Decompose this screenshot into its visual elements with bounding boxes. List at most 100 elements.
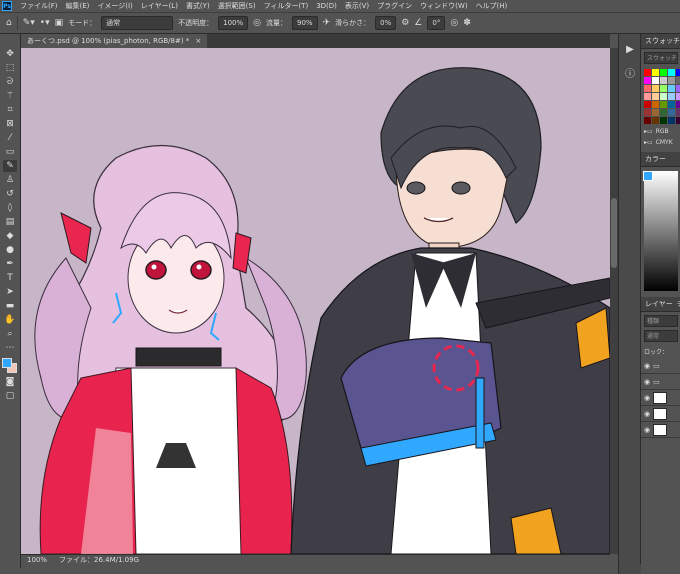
move-icon[interactable]: ✥ xyxy=(3,48,17,60)
mode-select[interactable]: 通常 xyxy=(101,16,174,30)
menu-help[interactable]: ヘルプ(H) xyxy=(472,1,512,11)
swatch-chip[interactable] xyxy=(652,93,659,100)
menu-view[interactable]: 表示(V) xyxy=(341,1,373,11)
swatch-chip[interactable] xyxy=(668,69,675,76)
swatch-chip[interactable] xyxy=(676,109,680,116)
swatch-chip[interactable] xyxy=(644,109,651,116)
swatch-chip[interactable] xyxy=(652,117,659,124)
layer-row[interactable]: ◉ xyxy=(641,406,680,422)
swatch-chip[interactable] xyxy=(644,69,651,76)
menu-layer[interactable]: レイヤー(L) xyxy=(137,1,182,11)
swatch-chip[interactable] xyxy=(668,85,675,92)
color-panel-tab[interactable]: カラー xyxy=(641,152,680,167)
crop-icon[interactable]: ⌗ xyxy=(3,104,17,116)
swatch-chip[interactable] xyxy=(660,85,667,92)
swatch-folder-cmyk[interactable]: ▸▭ CMYK xyxy=(641,137,680,148)
info-icon[interactable]: ⓘ xyxy=(625,65,635,80)
swatch-chip[interactable] xyxy=(660,93,667,100)
marquee-icon[interactable]: ⬚ xyxy=(3,62,17,74)
scroll-thumb[interactable] xyxy=(611,198,617,268)
menu-file[interactable]: ファイル(F) xyxy=(16,1,62,11)
brush-size-icon[interactable]: •▾ xyxy=(40,18,50,28)
document-tab[interactable]: あーくつ.psd @ 100% (pias_photon, RGB/8#) * … xyxy=(21,34,208,48)
hand-icon[interactable]: ✋ xyxy=(3,314,17,326)
color-swatches[interactable] xyxy=(2,358,18,374)
swatch-chip[interactable] xyxy=(660,77,667,84)
smoothing-input[interactable]: 0% xyxy=(375,16,397,30)
swatch-chip[interactable] xyxy=(652,85,659,92)
layer-filter-select[interactable]: 種類 xyxy=(644,315,678,327)
swatch-chip[interactable] xyxy=(668,77,675,84)
menu-select[interactable]: 選択範囲(S) xyxy=(214,1,260,11)
swatch-chip[interactable] xyxy=(668,101,675,108)
opacity-input[interactable]: 100% xyxy=(218,16,249,30)
swatch-chip[interactable] xyxy=(676,117,680,124)
vertical-scrollbar[interactable] xyxy=(610,48,618,554)
layer-row[interactable]: ◉ xyxy=(641,422,680,438)
swatch-chip[interactable] xyxy=(668,117,675,124)
healing-icon[interactable]: ▭ xyxy=(3,146,17,158)
angle-input[interactable]: 0° xyxy=(427,16,446,30)
swatch-chip[interactable] xyxy=(660,117,667,124)
blend-mode-select[interactable]: 通常 xyxy=(644,330,678,342)
menu-plugins[interactable]: プラグイン xyxy=(373,1,416,11)
swatch-chip[interactable] xyxy=(644,101,651,108)
zoom-icon[interactable]: ⌕ xyxy=(3,328,17,340)
menu-type[interactable]: 書式(Y) xyxy=(182,1,214,11)
foreground-color[interactable] xyxy=(643,171,653,181)
menu-window[interactable]: ウィンドウ(W) xyxy=(416,1,471,11)
eye-icon[interactable]: ◉ xyxy=(644,378,650,386)
brush-icon[interactable]: ✎ xyxy=(3,160,17,172)
flow-input[interactable]: 90% xyxy=(292,16,318,30)
swatch-chip[interactable] xyxy=(644,117,651,124)
eye-icon[interactable]: ◉ xyxy=(644,426,650,434)
layer-row[interactable]: ◉ xyxy=(641,390,680,406)
close-icon[interactable]: × xyxy=(195,37,201,45)
pen-icon[interactable]: ✒ xyxy=(3,258,17,270)
eyedropper-icon[interactable]: ⁄ xyxy=(3,132,17,144)
swatch-chip[interactable] xyxy=(644,93,651,100)
eye-icon[interactable]: ◉ xyxy=(644,362,650,370)
brush-settings-icon[interactable]: ▣ xyxy=(55,18,64,28)
symmetry-icon[interactable]: ✽ xyxy=(463,18,471,28)
airbrush-icon[interactable]: ✈ xyxy=(323,18,331,28)
swatch-chip[interactable] xyxy=(660,109,667,116)
pressure-opacity-icon[interactable]: ◎ xyxy=(253,18,261,28)
swatch-chip[interactable] xyxy=(660,69,667,76)
history-brush-icon[interactable]: ↺ xyxy=(3,188,17,200)
menu-edit[interactable]: 編集(E) xyxy=(62,1,94,11)
screen-mode-icon[interactable]: ▢ xyxy=(3,390,17,402)
menu-3d[interactable]: 3D(D) xyxy=(312,2,341,10)
eraser-icon[interactable]: ◊ xyxy=(3,202,17,214)
eye-icon[interactable]: ◉ xyxy=(644,410,650,418)
swatch-chip[interactable] xyxy=(660,101,667,108)
color-picker[interactable] xyxy=(643,171,678,291)
swatch-chip[interactable] xyxy=(676,93,680,100)
foreground-color[interactable] xyxy=(2,358,12,368)
swatch-chip[interactable] xyxy=(652,109,659,116)
gradient-icon[interactable]: ▤ xyxy=(3,216,17,228)
brush-preset-icon[interactable]: ✎▾ xyxy=(23,18,35,28)
pressure-size-icon[interactable]: ◎ xyxy=(450,18,458,28)
layer-row[interactable]: ◉ ▭ xyxy=(641,374,680,390)
type-icon[interactable]: T xyxy=(3,272,17,284)
swatch-chip[interactable] xyxy=(668,109,675,116)
play-icon[interactable]: ▶ xyxy=(626,44,634,55)
blur-icon[interactable]: ◆ xyxy=(3,230,17,242)
canvas[interactable] xyxy=(21,48,610,554)
swatch-search-input[interactable]: スウォッチ xyxy=(644,52,678,64)
swatch-chip[interactable] xyxy=(644,85,651,92)
home-icon[interactable]: ⌂ xyxy=(6,18,12,28)
more-icon[interactable]: ⋯ xyxy=(3,342,17,354)
swatch-chip[interactable] xyxy=(668,93,675,100)
dodge-icon[interactable]: ● xyxy=(3,244,17,256)
stamp-icon[interactable]: ♙ xyxy=(3,174,17,186)
quick-mask-icon[interactable]: ◙ xyxy=(3,376,17,388)
swatch-chip[interactable] xyxy=(676,85,680,92)
swatch-chip[interactable] xyxy=(676,101,680,108)
shape-icon[interactable]: ▬ xyxy=(3,300,17,312)
zoom-level[interactable]: 100% xyxy=(27,556,47,564)
swatch-chip[interactable] xyxy=(652,101,659,108)
swatch-folder-rgb[interactable]: ▸▭ RGB xyxy=(641,126,680,137)
lasso-icon[interactable]: ᘐ xyxy=(3,76,17,88)
